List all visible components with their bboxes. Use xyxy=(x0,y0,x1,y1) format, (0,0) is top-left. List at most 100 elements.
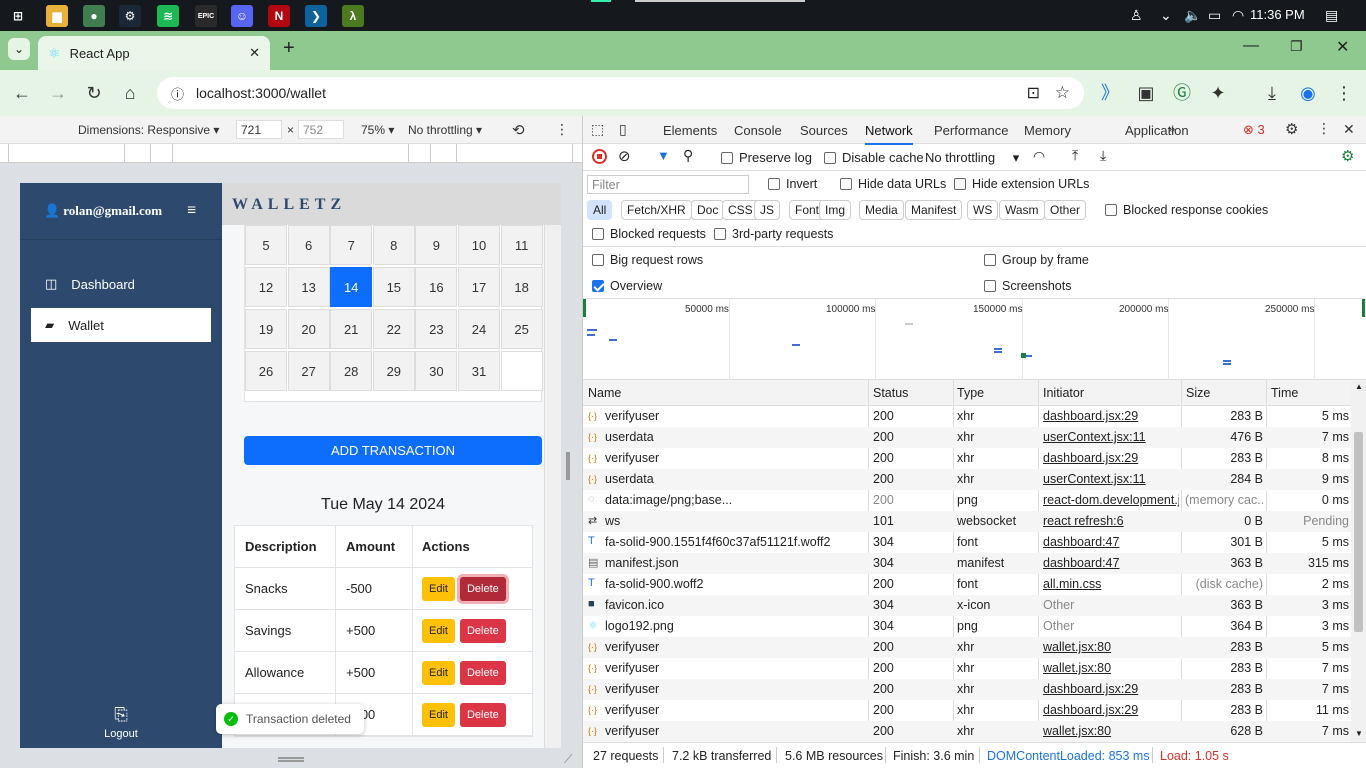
epic-games-icon[interactable]: EPIC xyxy=(195,5,217,27)
delete-button[interactable]: Delete xyxy=(459,660,506,685)
calendar-day[interactable]: 13 xyxy=(287,267,330,307)
bookmark-star-icon[interactable]: ☆ xyxy=(1055,83,1070,103)
column-header-name[interactable]: Name xyxy=(588,386,621,400)
edit-button[interactable]: Edit xyxy=(422,660,455,685)
rotate-icon[interactable]: ⟲ xyxy=(512,121,525,139)
netflix-icon[interactable]: N xyxy=(268,5,290,27)
request-initiator[interactable]: dashboard.jsx:29 xyxy=(1043,703,1179,717)
blocked-response-cookies-checkbox[interactable]: Blocked response cookies xyxy=(1105,203,1268,217)
more-options-icon[interactable]: ⋮ xyxy=(555,121,569,138)
back-icon[interactable]: ← xyxy=(10,82,34,104)
request-initiator[interactable]: wallet.jsx:80 xyxy=(1043,640,1179,654)
request-initiator[interactable]: dashboard.jsx:29 xyxy=(1043,409,1179,423)
record-stop-icon[interactable] xyxy=(592,149,607,164)
column-header-status[interactable]: Status xyxy=(873,386,908,400)
vscode-icon[interactable]: ❯ xyxy=(305,5,327,27)
network-request-row[interactable]: Tfa-solid-900.woff2 200 font all.min.css (di… xyxy=(583,574,1351,595)
type-filter-other[interactable]: Other xyxy=(1044,200,1087,220)
type-filter-media[interactable]: Media xyxy=(859,200,904,220)
calendar-day[interactable]: 5 xyxy=(245,225,287,265)
calendar-day[interactable]: 18 xyxy=(500,267,543,307)
request-initiator[interactable]: react refresh:6 xyxy=(1043,514,1179,528)
spotify-icon[interactable]: ≋ xyxy=(157,5,179,27)
filter-input[interactable]: Filter xyxy=(587,175,749,194)
edit-button[interactable]: Edit xyxy=(422,702,455,727)
zoom-select[interactable]: 75% ▾ xyxy=(361,123,394,137)
install-app-icon[interactable]: ⊡ xyxy=(1027,83,1040,103)
delete-button[interactable]: Delete xyxy=(459,576,506,601)
request-initiator[interactable]: userContext.jsx:11 xyxy=(1043,472,1179,486)
network-request-row[interactable]: ◌ data:image/png;base... 200 png react-dom.d… xyxy=(583,490,1351,511)
media-query-ruler[interactable] xyxy=(0,144,582,163)
extension-wave-icon[interactable]: 》 xyxy=(1098,82,1122,104)
network-request-row[interactable]: ⇄ ws 101 websocket react refresh:6 0 B Pending xyxy=(583,511,1351,532)
calendar-day[interactable]: 16 xyxy=(415,267,458,307)
network-request-row[interactable]: {·} verifyuser 200 xhr dashboard.jsx:29 283 B… xyxy=(583,448,1351,469)
tab-console[interactable]: Console xyxy=(734,123,782,138)
calendar-day[interactable]: 15 xyxy=(372,267,415,307)
windows-start-icon[interactable]: ⊞ xyxy=(7,5,29,27)
people-icon[interactable]: ♙ xyxy=(1130,7,1143,24)
column-header-time[interactable]: Time xyxy=(1271,386,1298,400)
network-request-row[interactable]: ■ favicon.ico 304 x-icon Other 363 B 3 ms xyxy=(583,595,1351,616)
calendar-day[interactable]: 22 xyxy=(372,309,415,349)
network-request-row[interactable]: ▤ manifest.json 304 manifest dashboard:47 363… xyxy=(583,553,1351,574)
calendar-day[interactable]: 10 xyxy=(458,225,500,265)
network-scrollbar[interactable]: ▲ ▼ xyxy=(1351,380,1366,742)
scrollbar-thumb[interactable] xyxy=(1354,432,1363,632)
request-initiator[interactable]: dashboard.jsx:29 xyxy=(1043,682,1179,696)
calendar-day-selected[interactable]: 14 xyxy=(330,267,373,307)
devtools-menu-icon[interactable]: ⋮ xyxy=(1317,120,1331,137)
tab-memory[interactable]: Memory xyxy=(1024,123,1071,138)
export-har-icon[interactable]: ⤓ xyxy=(1100,147,1106,164)
settings-gear-icon[interactable]: ⚙ xyxy=(1285,120,1298,138)
network-throttle-select[interactable]: No throttling ▾ xyxy=(925,150,1019,166)
chrome-menu-icon[interactable]: ⋮ xyxy=(1332,82,1356,104)
scroll-up-icon[interactable]: ▲ xyxy=(1355,382,1363,391)
type-filter-doc[interactable]: Doc xyxy=(691,200,725,220)
profile-avatar-icon[interactable]: ◉ xyxy=(1296,82,1320,104)
calendar-day[interactable]: 24 xyxy=(458,309,500,349)
network-request-row[interactable]: ⚛ logo192.png 304 png Other 364 B 3 ms xyxy=(583,616,1351,637)
device-toggle-icon[interactable]: ▯ xyxy=(619,121,627,138)
overview-right-handle[interactable] xyxy=(1362,299,1365,317)
close-devtools-icon[interactable]: ✕ xyxy=(1343,121,1355,138)
viewport-resize-handle[interactable] xyxy=(566,452,570,480)
height-input[interactable]: 752 xyxy=(298,120,344,139)
calendar-day[interactable]: 17 xyxy=(458,267,500,307)
calendar-day[interactable]: 12 xyxy=(245,267,287,307)
close-window-button[interactable]: ✕ xyxy=(1336,37,1349,57)
width-input[interactable]: 721 xyxy=(236,120,282,139)
third-party-requests-checkbox[interactable]: 3rd-party requests xyxy=(714,227,833,241)
restore-button[interactable]: ❐ xyxy=(1290,38,1303,55)
big-request-rows-checkbox[interactable]: Big request rows xyxy=(592,253,703,267)
calendar-day[interactable]: 6 xyxy=(287,225,330,265)
network-request-row[interactable]: Tfa-solid-900.1551f4f60c37af51121f.woff2… xyxy=(583,532,1351,553)
browser-tab[interactable]: ⚛ React App ✕ xyxy=(38,36,270,70)
more-tabs-icon[interactable]: » xyxy=(1168,121,1175,136)
network-request-row[interactable]: {·} verifyuser 200 xhr wallet.jsx:80 283 B 5 m… xyxy=(583,637,1351,658)
new-tab-button[interactable]: + xyxy=(283,37,295,60)
steam-icon[interactable]: ⚙ xyxy=(119,5,141,27)
sidebar-item-wallet[interactable]: ▰ Wallet xyxy=(31,308,211,342)
preserve-log-checkbox[interactable]: Preserve log xyxy=(721,150,812,165)
chrome-icon[interactable]: ● xyxy=(83,5,105,27)
network-request-row[interactable]: {·} userdata 200 xhr userContext.jsx:11 284 B… xyxy=(583,469,1351,490)
import-har-icon[interactable]: ⤒ xyxy=(1072,147,1078,164)
network-request-row[interactable]: {·} verifyuser 200 xhr wallet.jsx:80 628 B 7 m… xyxy=(583,721,1351,742)
viewport-bottom-resize-handle[interactable] xyxy=(278,757,304,762)
inspect-element-icon[interactable]: ⬚ xyxy=(591,121,604,138)
logout-button[interactable]: ⎘ Logout xyxy=(20,705,222,740)
delete-button[interactable]: Delete xyxy=(459,618,506,643)
lambda-app-icon[interactable]: λ xyxy=(342,5,364,27)
calendar-day[interactable]: 20 xyxy=(287,309,330,349)
battery-icon[interactable]: ▭ xyxy=(1208,7,1221,24)
calendar-day[interactable]: 31 xyxy=(458,351,500,391)
volume-icon[interactable]: 🔈 xyxy=(1184,7,1201,24)
minimize-button[interactable]: — xyxy=(1243,37,1259,55)
reload-icon[interactable]: ↻ xyxy=(82,82,106,104)
calendar-day[interactable]: 11 xyxy=(500,225,543,265)
tab-network[interactable]: Network xyxy=(865,123,913,145)
tab-application[interactable]: Application xyxy=(1125,123,1189,138)
network-settings-icon[interactable]: ⚙ xyxy=(1341,147,1354,165)
